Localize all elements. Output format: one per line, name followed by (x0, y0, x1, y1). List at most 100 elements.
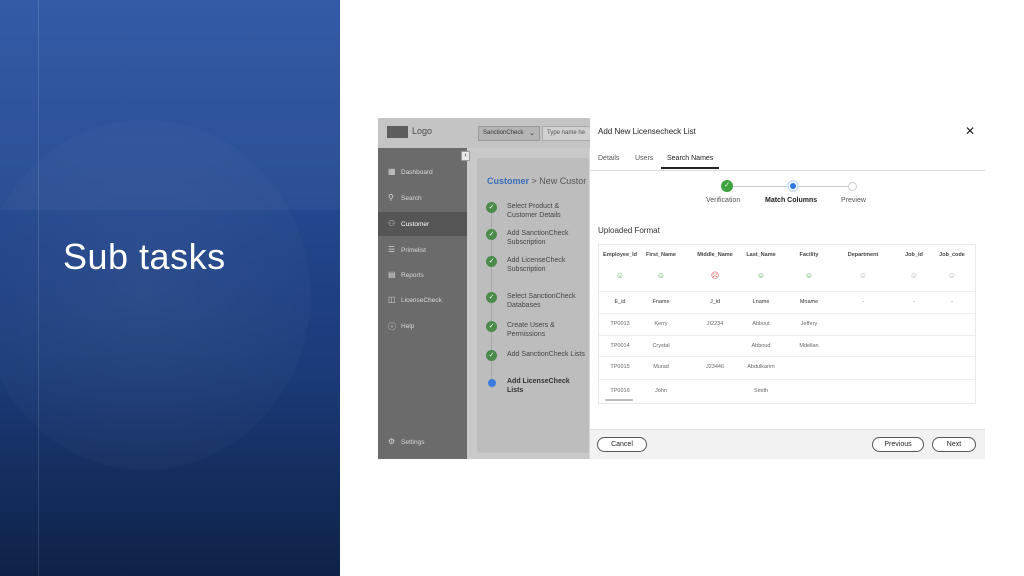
mapped-column[interactable]: Mname (792, 299, 826, 305)
search-input[interactable]: Type name he (542, 126, 592, 141)
sidebar-item-label: Help (401, 323, 415, 330)
wizard-card: Customer > New Custor ✓ Select Product &… (477, 158, 589, 453)
sidebar: ▦ Dashboard ⚲ Search ⚇ Customer ☰ Primel… (378, 148, 467, 459)
add-list-modal: Add New Licensecheck List ✕ Details User… (590, 118, 985, 459)
mapped-column[interactable]: Lname (743, 299, 779, 305)
sidebar-item-label: Search (401, 195, 422, 202)
table-cell: J23446 (705, 364, 725, 370)
modal-tabs: Details Users Search Names (590, 152, 985, 171)
smile-icon: ☺ (656, 271, 666, 280)
breadcrumb-root[interactable]: Customer (487, 176, 529, 186)
main-content: Customer > New Custor ✓ Select Product &… (467, 148, 589, 459)
mapped-column[interactable]: - (899, 299, 929, 305)
panel-divider (38, 0, 39, 576)
row-divider (599, 313, 975, 314)
sidebar-item-label: LicenseCheck (401, 297, 442, 304)
list-icon: ☰ (388, 245, 396, 254)
smile-icon: ☺ (756, 271, 766, 280)
search-icon: ⚲ (388, 193, 394, 202)
next-button[interactable]: Next (932, 437, 976, 452)
horizontal-scrollbar[interactable] (605, 399, 633, 401)
row-divider (599, 291, 975, 292)
mapped-column[interactable]: Fname (642, 299, 680, 305)
sidebar-item-dashboard[interactable]: ▦ Dashboard (378, 160, 467, 184)
check-icon: ✓ (486, 229, 497, 240)
sidebar-item-label: Dashboard (401, 169, 433, 176)
table-cell: TP0014 (610, 343, 630, 349)
smile-icon: ☺ (804, 271, 814, 280)
mapped-column[interactable]: J_id (693, 299, 737, 305)
wizard-step-label: Add SanctionCheck Subscription (507, 230, 569, 246)
table-cell: TP0013 (610, 321, 630, 327)
mapped-column[interactable]: E_id (602, 299, 638, 305)
pending-step-icon (848, 182, 857, 191)
cancel-button[interactable]: Cancel (597, 437, 647, 452)
title-panel: Sub tasks (0, 0, 340, 576)
column-header: Employee_Id (603, 252, 637, 258)
sidebar-item-licensecheck[interactable]: ◫ LicenseCheck (378, 288, 467, 312)
breadcrumb: Customer > New Custor (487, 176, 586, 186)
tab-details[interactable]: Details (598, 155, 619, 162)
table-cell: JI2234 (706, 321, 724, 327)
table-cell: Abbout (752, 321, 770, 327)
slide-title: Sub tasks (63, 236, 226, 277)
table-cell: Smith (753, 388, 769, 394)
column-header: Job_code (939, 252, 965, 258)
sidebar-item-primelist[interactable]: ☰ Primelist (378, 238, 467, 262)
table-cell: TP0016 (610, 388, 630, 394)
column-header: First_Name (646, 252, 676, 258)
previous-button[interactable]: Previous (872, 437, 924, 452)
sidebar-item-reports[interactable]: ▤ Reports (378, 263, 467, 287)
table-cell: Murad (653, 364, 669, 370)
wizard-step-label: Add LicenseCheck Subscription (507, 257, 566, 273)
neutral-face-icon: ☺ (947, 271, 957, 280)
collapse-sidebar-button[interactable]: ‹ (461, 151, 470, 161)
table-cell: TP0015 (610, 364, 630, 370)
panel-circle-decoration (0, 120, 310, 470)
breadcrumb-current: > New Custor (529, 176, 587, 186)
table-cell: John (655, 388, 667, 394)
uploaded-format-table: Employee_Id First_Name Middle_Name Last_… (598, 244, 976, 404)
sidebar-item-settings[interactable]: ⚙ Settings (378, 430, 467, 454)
license-icon: ◫ (388, 295, 396, 304)
sidebar-item-label: Primelist (401, 247, 426, 254)
search-scope-select[interactable]: SanctionCheck ⌄ (478, 126, 540, 141)
stepper-label-match-columns: Match Columns (765, 197, 818, 204)
section-title: Uploaded Format (598, 226, 660, 235)
column-header: Last_Name (746, 252, 776, 258)
table-cell: Abdulkarim (747, 364, 775, 370)
column-header: Middle_Name (697, 252, 733, 258)
wizard-step-label: Create Users & Permissions (507, 322, 555, 338)
grid-icon: ▦ (388, 167, 396, 176)
frown-icon: ☹ (710, 271, 720, 280)
wizard-step-label: Select Product & Customer Details (507, 203, 561, 219)
sidebar-item-label: Reports (401, 272, 424, 279)
close-icon[interactable]: ✕ (965, 124, 975, 138)
sidebar-item-label: Settings (401, 439, 425, 446)
modal-title: Add New Licensecheck List (598, 127, 696, 136)
table-cell: Jeffery (800, 321, 818, 327)
current-step-dot-icon (488, 379, 496, 387)
mapped-column[interactable]: - (843, 299, 883, 305)
tab-users[interactable]: Users (635, 155, 653, 162)
table-cell: Crystal (652, 343, 670, 349)
tab-search-names[interactable]: Search Names (661, 155, 720, 169)
sidebar-item-customer[interactable]: ⚇ Customer (378, 212, 467, 236)
search-scope-value: SanctionCheck (483, 130, 524, 136)
check-icon: ✓ (486, 321, 497, 332)
report-icon: ▤ (388, 270, 396, 279)
column-header: Department (847, 252, 879, 258)
mapped-column[interactable]: - (934, 299, 970, 305)
smile-icon: ☺ (615, 271, 625, 280)
current-step-icon (787, 180, 799, 192)
row-divider (599, 379, 975, 380)
check-icon: ✓ (486, 292, 497, 303)
check-icon: ✓ (486, 256, 497, 267)
logo-text: Logo (412, 126, 433, 136)
table-cell: Mdellan (799, 343, 819, 349)
gear-icon: ⚙ (388, 437, 396, 446)
sidebar-item-help[interactable]: ⓘ Help (378, 314, 467, 338)
sidebar-item-search[interactable]: ⚲ Search (378, 186, 467, 210)
column-header: Facility (799, 252, 819, 258)
column-header: Job_id (905, 252, 923, 258)
